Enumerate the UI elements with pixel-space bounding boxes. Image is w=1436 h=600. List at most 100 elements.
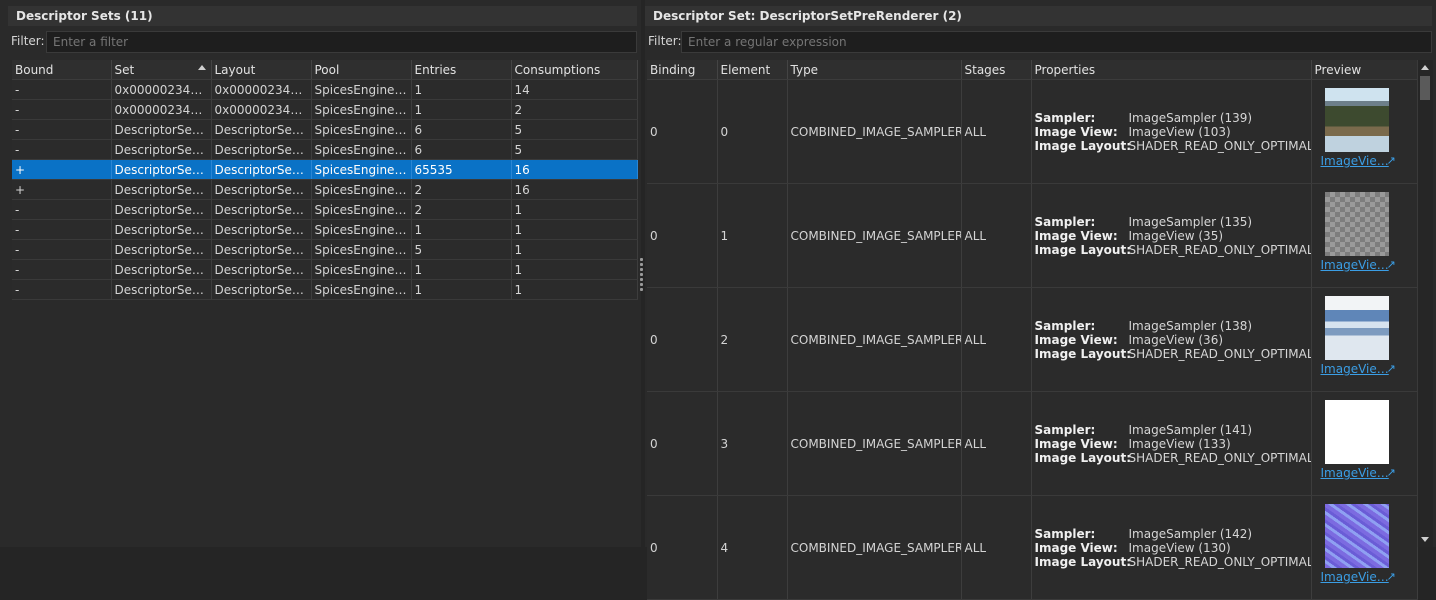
panel-splitter-handle[interactable] xyxy=(640,258,644,296)
cell-set: 0x000002342d… xyxy=(111,99,212,120)
cell-layout: DescriptorSetL… xyxy=(211,199,312,220)
property-value: ImageSampler (138) xyxy=(1128,318,1253,333)
cell-consumptions: 16 xyxy=(511,159,638,180)
cell-pool: SpicesEngineD… xyxy=(311,179,412,200)
cell-preview: ImageVie… ↗ xyxy=(1311,183,1418,288)
column-header-consumptions[interactable]: Consumptions xyxy=(511,60,638,80)
cell-consumptions: 14 xyxy=(511,79,638,100)
image-view-link[interactable]: ImageVie… xyxy=(1321,570,1389,584)
column-header-bound[interactable]: Bound xyxy=(12,60,112,80)
cell-pool: SpicesEngineD… xyxy=(311,219,412,240)
image-view-link[interactable]: ImageVie… xyxy=(1321,362,1389,376)
cell-bound: - xyxy=(12,279,112,300)
checkerboard-thumbnail[interactable] xyxy=(1324,192,1389,256)
cell-stages: ALL xyxy=(961,495,1032,600)
normal-map-thumbnail[interactable] xyxy=(1324,504,1389,568)
cell-set: DescriptorSetT… xyxy=(111,259,212,280)
descriptor-set-row[interactable]: + DescriptorSetPr… DescriptorSetL… SpicesEn… xyxy=(12,159,638,180)
column-header-preview[interactable]: Preview xyxy=(1311,60,1418,80)
bindings-vertical-scrollbar[interactable] xyxy=(1417,60,1433,547)
property-label: Image View: xyxy=(1034,124,1118,139)
column-header-properties[interactable]: Properties xyxy=(1031,60,1312,80)
property-label: Image Layout: xyxy=(1034,554,1132,569)
descriptor-set-row[interactable]: - DescriptorSetT… DescriptorSetL… SpicesEng… xyxy=(12,259,638,280)
column-header-element[interactable]: Element xyxy=(717,60,788,80)
sort-ascending-icon xyxy=(197,65,206,70)
property-value: ImageView (130) xyxy=(1128,540,1231,555)
cell-consumptions: 2 xyxy=(511,99,638,120)
property-line: Sampler: ImageSampler (142) xyxy=(1035,527,1308,541)
image-properties: Sampler: ImageSampler (142) Image View: Ima… xyxy=(1034,527,1311,569)
cell-bound: - xyxy=(12,79,112,100)
cell-preview: ImageVie… ↗ xyxy=(1311,287,1418,392)
binding-row[interactable]: 0 3 COMBINED_IMAGE_SAMPLER ALL Sampler: Image… xyxy=(647,391,1418,496)
descriptor-set-row[interactable]: -0x000002342d… 0x0000023436… SpicesEngineD… xyxy=(12,79,638,100)
white-thumbnail[interactable] xyxy=(1324,400,1389,464)
cell-properties: Sampler: ImageSampler (135) Image View: Ima… xyxy=(1031,183,1312,288)
binding-row[interactable]: 0 4 COMBINED_IMAGE_SAMPLER ALL Sampler: Image… xyxy=(647,495,1418,600)
image-view-link[interactable]: ImageVie… xyxy=(1321,466,1389,480)
scrollbar-thumb[interactable] xyxy=(1420,76,1430,100)
cell-pool: SpicesEngineD… xyxy=(311,159,412,180)
external-link-icon[interactable]: ↗ xyxy=(1387,258,1396,271)
image-view-link[interactable]: ImageVie… xyxy=(1321,154,1389,168)
bindings-filter-input[interactable] xyxy=(681,31,1432,53)
property-value: SHADER_READ_ONLY_OPTIMAL xyxy=(1128,242,1311,257)
binding-row[interactable]: 0 2 COMBINED_IMAGE_SAMPLER ALL Sampler: Image… xyxy=(647,287,1418,392)
property-label: Image Layout: xyxy=(1034,346,1132,361)
descriptor-set-row[interactable]: - DescriptorSetW… DescriptorSetL… SpicesEng… xyxy=(12,279,638,300)
property-label: Image View: xyxy=(1034,228,1118,243)
cell-element: 3 xyxy=(717,391,788,496)
scroll-up-arrow-icon[interactable] xyxy=(1421,65,1429,70)
external-link-icon[interactable]: ↗ xyxy=(1387,362,1396,375)
cell-set: DescriptorSetD… xyxy=(111,139,212,160)
column-header-stages[interactable]: Stages xyxy=(961,60,1032,80)
cell-entries: 1 xyxy=(411,279,512,300)
descriptor-set-row[interactable]: - DescriptorSetS… DescriptorSetL… SpicesEng… xyxy=(12,239,638,260)
cell-layout: DescriptorSetL… xyxy=(211,179,312,200)
descriptor-sets-table: Bound Set Layout Pool Entries Consumptions -0… xyxy=(12,60,638,300)
descriptor-set-row[interactable]: - DescriptorSetBl… DescriptorSetL… SpicesEn… xyxy=(12,119,638,140)
cell-layout: DescriptorSetL… xyxy=(211,279,312,300)
cell-layout: 0x0000023436… xyxy=(211,99,312,120)
snow-mountain-thumbnail[interactable] xyxy=(1324,296,1389,360)
image-properties: Sampler: ImageSampler (138) Image View: Ima… xyxy=(1034,318,1311,361)
cell-pool: SpicesEngineD… xyxy=(311,199,412,220)
property-label: Image Layout: xyxy=(1034,450,1132,465)
image-view-link[interactable]: ImageVie… xyxy=(1321,258,1389,272)
property-value: ImageView (133) xyxy=(1128,436,1231,451)
property-line: Image View: ImageView (35) xyxy=(1035,229,1308,243)
preview-container: ImageVie… ↗ xyxy=(1315,184,1414,287)
descriptor-set-row[interactable]: - DescriptorSetS… DescriptorSetL… SpicesEng… xyxy=(12,219,638,240)
cell-bound: - xyxy=(12,99,112,120)
descriptor-set-row[interactable]: -0x000002342d… 0x0000023436… SpicesEngineD… xyxy=(12,99,638,120)
external-link-icon[interactable]: ↗ xyxy=(1387,466,1396,479)
property-value: ImageSampler (139) xyxy=(1128,110,1253,125)
column-header-layout[interactable]: Layout xyxy=(211,60,312,80)
binding-row[interactable]: 0 1 COMBINED_IMAGE_SAMPLER ALL Sampler: Image… xyxy=(647,183,1418,288)
descriptor-set-row[interactable]: + DescriptorSetPr… DescriptorSetL… SpicesEn… xyxy=(12,179,638,200)
column-header-type[interactable]: Type xyxy=(787,60,962,80)
descriptor-set-row[interactable]: - DescriptorSetS… DescriptorSetL… SpicesEng… xyxy=(12,199,638,220)
column-header-pool[interactable]: Pool xyxy=(311,60,412,80)
descriptor-sets-filter-row: Filter: xyxy=(8,31,637,53)
cell-consumptions: 5 xyxy=(511,119,638,140)
external-link-icon[interactable]: ↗ xyxy=(1387,570,1396,583)
image-properties: Sampler: ImageSampler (135) Image View: Ima… xyxy=(1035,215,1311,257)
cell-bound: - xyxy=(12,139,112,160)
binding-row[interactable]: 0 0 COMBINED_IMAGE_SAMPLER ALL Sampler: Image… xyxy=(647,79,1418,184)
scroll-down-arrow-icon[interactable] xyxy=(1421,537,1429,542)
property-value: ImageView (35) xyxy=(1128,228,1224,243)
descriptor-sets-filter-input[interactable] xyxy=(46,31,637,53)
external-link-icon[interactable]: ↗ xyxy=(1387,154,1396,167)
sky-landscape-thumbnail[interactable] xyxy=(1324,88,1389,152)
column-header-set[interactable]: Set xyxy=(111,60,212,80)
cell-stages: ALL xyxy=(961,391,1032,496)
property-line: Image Layout:SHADER_READ_ONLY_OPTIMAL xyxy=(1034,346,1311,361)
property-value: ImageSampler (142) xyxy=(1128,526,1253,541)
descriptor-set-row[interactable]: - DescriptorSetD… DescriptorSetL… SpicesEng… xyxy=(12,139,638,160)
column-header-entries[interactable]: Entries xyxy=(411,60,512,80)
cell-pool: SpicesEngineD… xyxy=(311,259,412,280)
column-header-binding[interactable]: Binding xyxy=(647,60,718,80)
cell-entries: 1 xyxy=(411,79,512,100)
